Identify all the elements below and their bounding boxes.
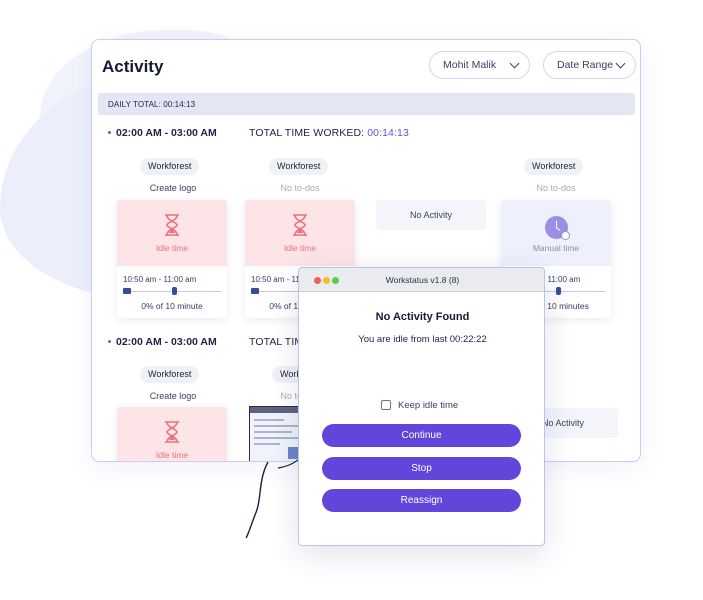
close-window-dot[interactable] bbox=[314, 277, 321, 284]
keep-idle-time-checkbox[interactable] bbox=[381, 400, 391, 410]
stop-button[interactable]: Stop bbox=[322, 457, 521, 480]
idle-message: You are idle from last 00:22:22 bbox=[358, 334, 487, 345]
dialog-titlebar: Workstatus v1.8 (8) bbox=[299, 268, 544, 292]
minimize-window-dot[interactable] bbox=[323, 277, 330, 284]
maximize-window-dot[interactable] bbox=[332, 277, 339, 284]
keep-idle-time-label[interactable]: Keep idle time bbox=[398, 400, 458, 411]
dialog-window-title: Workstatus v1.8 (8) bbox=[385, 275, 460, 285]
dialog-heading: No Activity Found bbox=[375, 311, 470, 323]
idle-dialog: Workstatus v1.8 (8) No Activity Found Yo… bbox=[298, 267, 545, 546]
reassign-button[interactable]: Reassign bbox=[322, 489, 521, 512]
continue-button[interactable]: Continue bbox=[322, 424, 521, 447]
